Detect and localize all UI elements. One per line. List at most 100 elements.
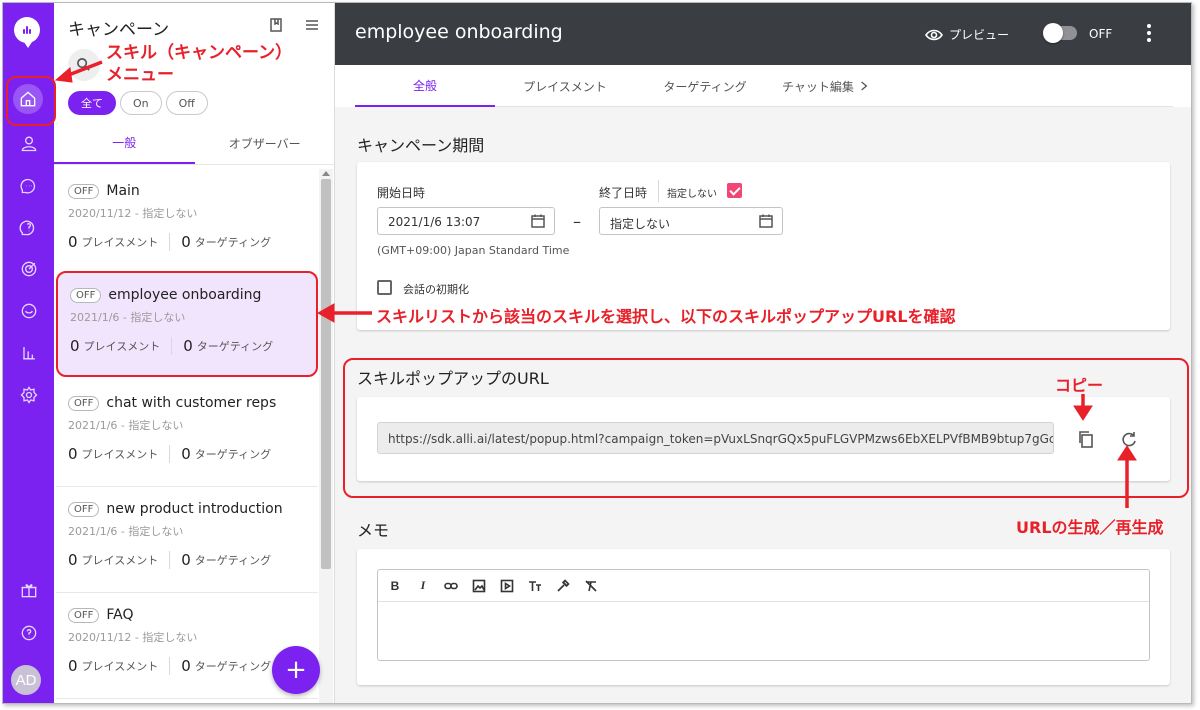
campaign-toggle[interactable] [1043,23,1077,43]
menu-icon[interactable] [304,17,320,37]
placement-count: 0 [68,233,78,251]
message-icon[interactable] [3,297,54,325]
tab-observer[interactable]: オブザーバー [195,123,335,164]
campaign-name: new product introduction [106,501,283,517]
annotation-regen: URLの生成／再生成 [1016,518,1164,537]
panel-toolbar [268,17,320,37]
campaign-name: chat with customer reps [106,395,277,411]
more-options-icon[interactable] [1147,24,1151,45]
chat-icon[interactable] [3,171,54,199]
clear-format-icon[interactable] [583,578,599,594]
no-end-label: 指定しない [667,189,717,200]
memo-card: B I [357,549,1170,685]
end-date-value: 指定しない [610,217,671,231]
campaign-item-employee-onboarding[interactable]: OFF employee onboarding 2021/1/6 - 指定しない … [56,271,318,377]
preview-label: プレビュー [949,28,1010,42]
campaign-date: 2021/1/6 - 指定しない [70,311,186,324]
placement-count: 0 [70,337,80,355]
top-bar: employee onboarding プレビュー OFF [335,3,1191,65]
status-badge[interactable]: OFF [70,287,102,303]
target-icon[interactable] [3,255,54,283]
image-icon[interactable] [471,578,487,594]
user-icon[interactable] [3,129,54,157]
filter-off[interactable]: Off [165,91,208,115]
italic-button[interactable]: I [415,578,431,594]
end-date-label: 終了日時 [599,186,648,200]
campaign-name: FAQ [106,607,134,623]
status-filter: 全て On Off [68,91,208,115]
placement-label: プレイスメント [81,236,159,249]
start-date-field[interactable]: 2021/1/6 13:07 [377,207,555,235]
tab-general-settings[interactable]: 全般 [355,65,495,107]
chevron-right-icon [861,81,868,91]
page-title: employee onboarding [355,21,563,43]
editor-toolbar: B I [378,570,1149,602]
bar-chart-icon[interactable] [3,339,54,367]
settings-icon[interactable] [3,381,54,409]
text-size-icon[interactable] [527,578,543,594]
timezone-text: (GMT+09:00) Japan Standard Time [377,244,570,257]
settings-tabs: 全般 プレイスメント ターゲティング チャット編集 [355,65,1173,107]
search-button[interactable] [68,49,100,81]
targeting-count: 0 [181,445,191,463]
placement-label: プレイスメント [83,340,161,353]
targeting-label: ターゲティング [194,660,272,673]
filter-all[interactable]: 全て [68,91,116,115]
menu-highlight [6,76,56,126]
placement-count: 0 [68,445,78,463]
campaign-date: 2021/1/6 - 指定しない [68,419,184,432]
campaign-list-panel: キャンペーン 全て On Off 一般 オブザーバー OFF Main 2020/… [54,3,335,703]
end-date-field[interactable]: 指定しない [599,207,783,235]
filter-on[interactable]: On [120,91,162,115]
status-badge[interactable]: OFF [68,395,100,411]
targeting-count: 0 [181,233,191,251]
period-section-title: キャンペーン期間 [357,136,485,155]
annotation-menu: スキル（キャンペーン） メニュー [106,43,293,85]
targeting-label: ターゲティング [194,448,272,461]
bold-button[interactable]: B [387,578,403,594]
reset-conversation-label: 会話の初期化 [403,283,469,296]
memo-section-title: メモ [357,521,390,540]
panel-title: キャンペーン [68,20,170,40]
avatar[interactable]: AD [11,665,41,695]
memo-editor[interactable]: B I [377,569,1150,661]
gift-icon[interactable] [3,576,54,604]
annotation-copy: コピー [1055,376,1104,395]
tab-general[interactable]: 一般 [54,123,195,164]
question-icon[interactable] [3,619,54,647]
logo-icon[interactable] [14,17,40,48]
start-date-value: 2021/1/6 13:07 [388,215,481,229]
link-icon[interactable] [443,578,459,594]
campaign-date: 2020/11/12 - 指定しない [68,631,198,644]
color-picker-icon[interactable] [555,578,571,594]
targeting-count: 0 [181,551,191,569]
tab-targeting[interactable]: ターゲティング [635,65,775,107]
start-date-label: 開始日時 [377,186,426,200]
campaign-item-main[interactable]: OFF Main 2020/11/12 - 指定しない 0 プレイスメント 0 ターゲテ… [56,169,318,275]
campaign-item-chat-with-customer-reps[interactable]: OFF chat with customer reps 2021/1/6 - 指定… [56,381,318,487]
preview-button[interactable]: プレビュー [925,26,1009,43]
campaign-item-new-product-introduction[interactable]: OFF new product introduction 2021/1/6 - 指… [56,487,318,593]
placement-count: 0 [68,657,78,675]
status-badge[interactable]: OFF [68,501,100,517]
add-campaign-button[interactable]: + [272,646,320,694]
targeting-count: 0 [181,657,191,675]
video-icon[interactable] [499,578,515,594]
tab-chat-edit-label: チャット編集 [782,79,854,94]
status-badge[interactable]: OFF [68,607,100,623]
help-circle-icon[interactable] [3,213,54,241]
status-badge[interactable]: OFF [68,183,100,199]
no-end-checkbox[interactable] [727,183,742,198]
app-window: AD キャンペーン 全て On Off 一般 オブザーバー OFF Main 20… [2,2,1192,704]
tab-chat-edit[interactable]: チャット編集 [775,65,875,107]
calendar-icon[interactable] [758,213,774,229]
placement-label: プレイスメント [81,448,159,461]
bookmark-icon[interactable] [268,17,284,37]
tab-placement[interactable]: プレイスメント [495,65,635,107]
calendar-icon[interactable] [530,213,546,229]
targeting-label: ターゲティング [194,554,272,567]
reset-conversation-checkbox[interactable] [377,280,392,295]
date-range-dash: – [573,212,581,231]
list-scrollbar[interactable] [319,169,333,703]
annotation-select: スキルリストから該当のスキルを選択し、以下のスキルポップアップURLを確認 [376,307,956,326]
